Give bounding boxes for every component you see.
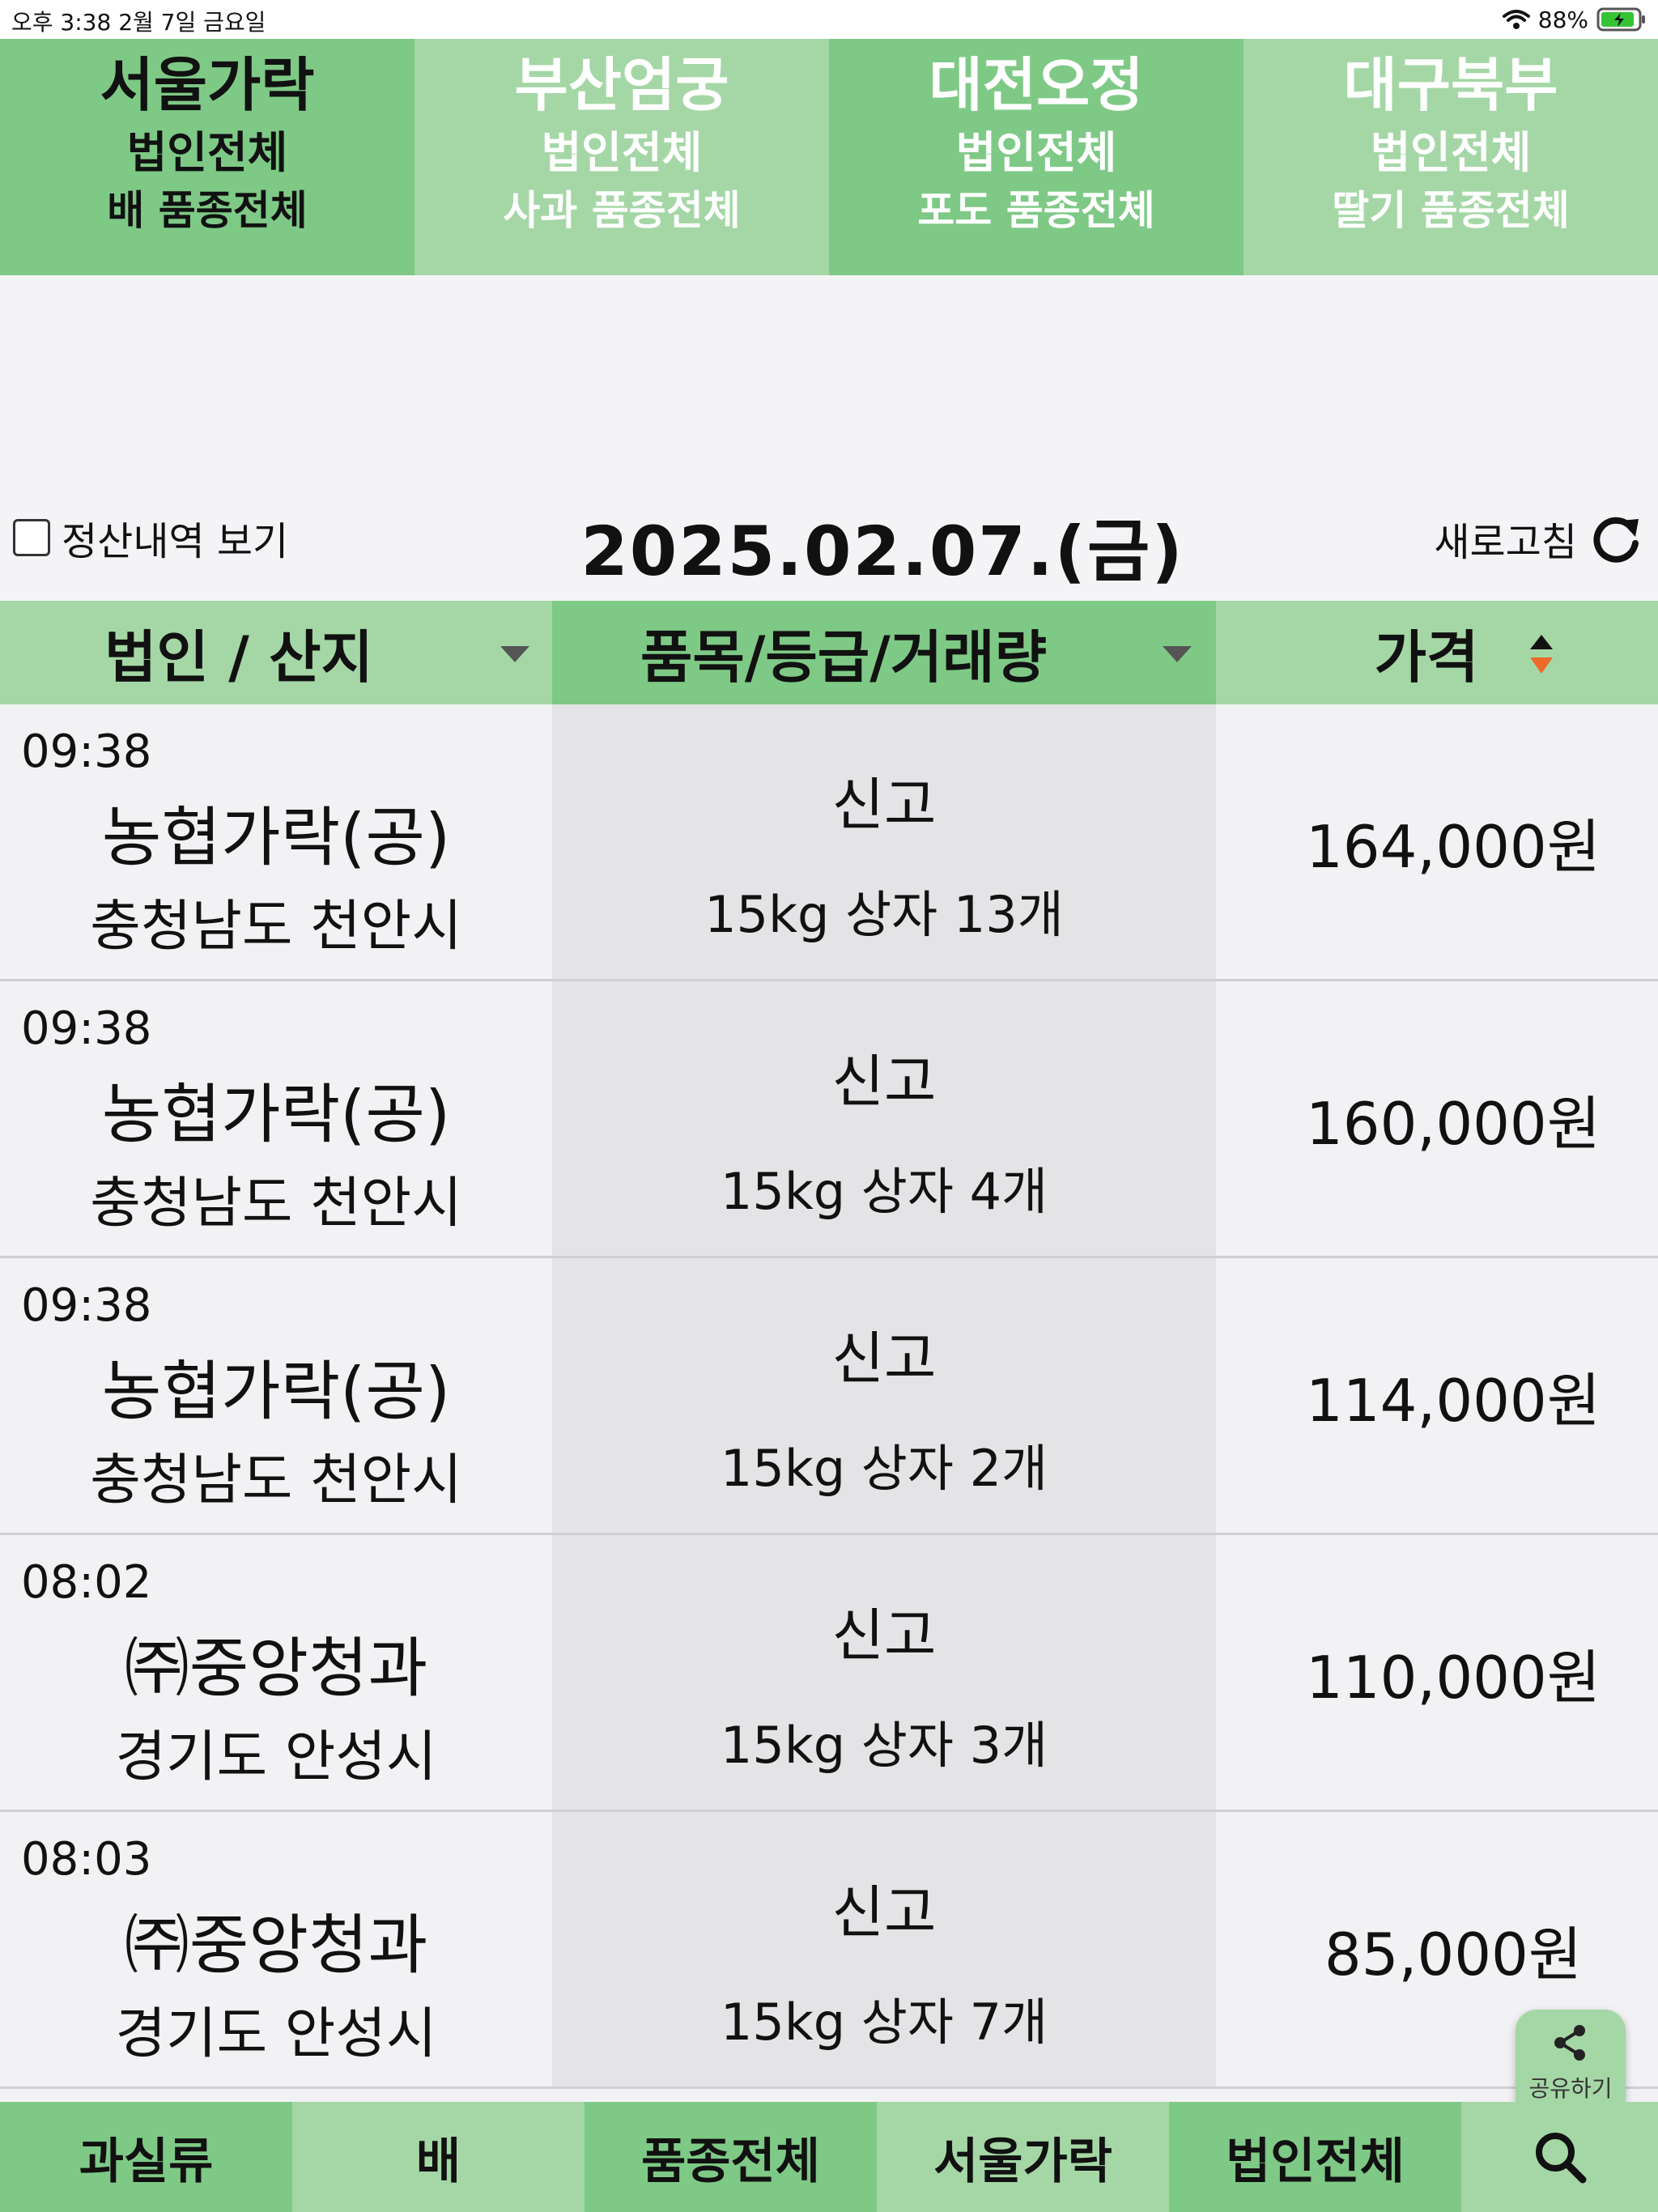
filter-market[interactable]: 서울가락 <box>877 2102 1169 2212</box>
price-cell: 114,000원 <box>1216 1258 1658 1533</box>
header-corp-label: 법인 / 산지 <box>104 623 373 691</box>
battery-percent: 88% <box>1537 6 1588 33</box>
market-name: 서울가락 <box>100 51 315 119</box>
trade-time: 09:38 <box>21 725 152 778</box>
header-price[interactable]: 가격 <box>1216 601 1658 704</box>
corp-name: 농협가락(공) <box>101 1077 451 1152</box>
item-cell: 신고 15kg 상자 13개 <box>552 704 1216 979</box>
status-indicators: 88% <box>1502 5 1647 34</box>
sort-icon <box>1530 635 1553 674</box>
market-tabs: 서울가락 법인전체 배 품종전체 부산엄궁 법인전체 사과 품종전체 대전오정 … <box>0 39 1658 275</box>
header-item-grade-volume[interactable]: 품목/등급/거래량 <box>552 601 1216 704</box>
corp-cell: 08:02 ㈜중앙청과 경기도 안성시 <box>0 1535 552 1810</box>
filter-variety[interactable]: 품종전체 <box>585 2102 877 2212</box>
status-bar: 오후 3:38 2월 7일 금요일 88% <box>0 0 1658 39</box>
trade-time: 09:38 <box>21 1279 152 1332</box>
quantity: 15kg 상자 7개 <box>720 1993 1048 2052</box>
market-corp: 법인전체 <box>955 127 1117 179</box>
corp-name: 농협가락(공) <box>101 1354 451 1429</box>
wifi-icon <box>1502 10 1530 29</box>
table-header: 법인 / 산지 품목/등급/거래량 가격 <box>0 601 1658 704</box>
price-cell: 164,000원 <box>1216 704 1658 979</box>
price: 110,000원 <box>1306 1644 1601 1712</box>
market-tab-daegu-bukbu[interactable]: 대구북부 법인전체 딸기 품종전체 <box>1244 39 1658 275</box>
battery-icon <box>1596 7 1645 32</box>
refresh-label: 새로고침 <box>1434 520 1577 565</box>
quantity: 15kg 상자 4개 <box>720 1162 1048 1221</box>
market-tab-busan-eomgung[interactable]: 부산엄궁 법인전체 사과 품종전체 <box>414 39 829 275</box>
share-label: 공유하기 <box>1528 2075 1613 2102</box>
table-row[interactable]: 09:38 농협가락(공) 충청남도 천안시 신고 15kg 상자 2개 114… <box>0 1258 1658 1535</box>
market-name: 부산엄궁 <box>514 51 729 119</box>
market-variety: 딸기 품종전체 <box>1332 186 1570 234</box>
origin: 충청남도 천안시 <box>90 895 462 959</box>
market-tab-daejeon-ojeong[interactable]: 대전오정 법인전체 포도 품종전체 <box>829 39 1244 275</box>
table-row[interactable]: 08:03 ㈜중앙청과 경기도 안성시 신고 15kg 상자 7개 85,000… <box>0 1812 1658 2089</box>
market-corp: 법인전체 <box>541 127 703 179</box>
corp-cell: 09:38 농협가락(공) 충청남도 천안시 <box>0 704 552 979</box>
table-row[interactable]: 09:38 농협가락(공) 충청남도 천안시 신고 15kg 상자 13개 16… <box>0 704 1658 981</box>
header-price-label: 가격 <box>1374 623 1479 691</box>
bottom-filter-bar: 과실류 배 품종전체 서울가락 법인전체 <box>0 2102 1658 2212</box>
item-cell: 신고 15kg 상자 4개 <box>552 981 1216 1256</box>
header-corp-origin[interactable]: 법인 / 산지 <box>0 601 552 704</box>
refresh-button[interactable]: 새로고침 <box>1434 510 1643 567</box>
grade: 신고 <box>831 772 937 838</box>
filter-corp[interactable]: 법인전체 <box>1169 2102 1461 2212</box>
ad-space <box>0 275 1658 481</box>
origin: 충청남도 천안시 <box>90 1172 462 1236</box>
grade: 신고 <box>831 1602 937 1669</box>
filter-category[interactable]: 과실류 <box>0 2102 292 2212</box>
date-display[interactable]: 2025.02.07.(금) <box>0 497 1658 595</box>
market-corp: 법인전체 <box>126 127 288 179</box>
refresh-icon <box>1593 517 1639 563</box>
grade: 신고 <box>831 1325 937 1392</box>
market-variety: 포도 품종전체 <box>917 186 1155 234</box>
price-cell: 160,000원 <box>1216 981 1658 1256</box>
market-variety: 사과 품종전체 <box>503 186 741 234</box>
trade-time: 08:02 <box>21 1556 152 1609</box>
trade-time: 08:03 <box>21 1833 152 1886</box>
market-variety: 배 품종전체 <box>107 186 308 234</box>
market-name: 대구북부 <box>1343 51 1558 119</box>
search-button[interactable] <box>1461 2102 1658 2212</box>
filter-item[interactable]: 배 <box>292 2102 585 2212</box>
market-name: 대전오정 <box>929 51 1144 119</box>
corp-cell: 09:38 농협가락(공) 충청남도 천안시 <box>0 981 552 1256</box>
quantity: 15kg 상자 2개 <box>720 1439 1048 1498</box>
origin: 경기도 안성시 <box>115 1725 437 1789</box>
price: 85,000원 <box>1324 1921 1583 1989</box>
chevron-down-icon <box>500 646 529 662</box>
corp-name: ㈜중앙청과 <box>124 1631 428 1706</box>
quantity: 15kg 상자 13개 <box>704 885 1064 944</box>
price: 164,000원 <box>1306 813 1601 881</box>
table-row[interactable]: 08:02 ㈜중앙청과 경기도 안성시 신고 15kg 상자 3개 110,00… <box>0 1535 1658 1812</box>
grade: 신고 <box>831 1879 937 1946</box>
origin: 충청남도 천안시 <box>90 1448 462 1512</box>
table-row[interactable]: 09:38 농협가락(공) 충청남도 천안시 신고 15kg 상자 4개 160… <box>0 981 1658 1258</box>
price: 114,000원 <box>1306 1367 1601 1435</box>
corp-cell: 09:38 농협가락(공) 충청남도 천안시 <box>0 1258 552 1533</box>
trade-time: 09:38 <box>21 1002 152 1055</box>
status-time: 오후 3:38 2월 7일 금요일 <box>11 9 266 36</box>
origin: 경기도 안성시 <box>115 2002 437 2066</box>
search-icon <box>1535 2133 1586 2184</box>
grade: 신고 <box>831 1049 937 1115</box>
item-cell: 신고 15kg 상자 7개 <box>552 1812 1216 2087</box>
corp-name: 농협가락(공) <box>101 800 451 875</box>
market-corp: 법인전체 <box>1370 127 1532 179</box>
price: 160,000원 <box>1306 1090 1601 1158</box>
quantity: 15kg 상자 3개 <box>720 1716 1048 1775</box>
item-cell: 신고 15kg 상자 3개 <box>552 1535 1216 1810</box>
control-row: 정산내역 보기 2025.02.07.(금) 새로고침 <box>0 481 1658 601</box>
corp-name: ㈜중앙청과 <box>124 1908 428 1983</box>
price-cell: 110,000원 <box>1216 1535 1658 1810</box>
trade-list[interactable]: 09:38 농협가락(공) 충청남도 천안시 신고 15kg 상자 13개 16… <box>0 704 1658 2104</box>
market-tab-seoul-garak[interactable]: 서울가락 법인전체 배 품종전체 <box>0 39 414 275</box>
item-cell: 신고 15kg 상자 2개 <box>552 1258 1216 1533</box>
chevron-down-icon <box>1163 646 1192 662</box>
share-icon <box>1554 2025 1585 2061</box>
header-item-label: 품목/등급/거래량 <box>640 623 1047 691</box>
corp-cell: 08:03 ㈜중앙청과 경기도 안성시 <box>0 1812 552 2087</box>
